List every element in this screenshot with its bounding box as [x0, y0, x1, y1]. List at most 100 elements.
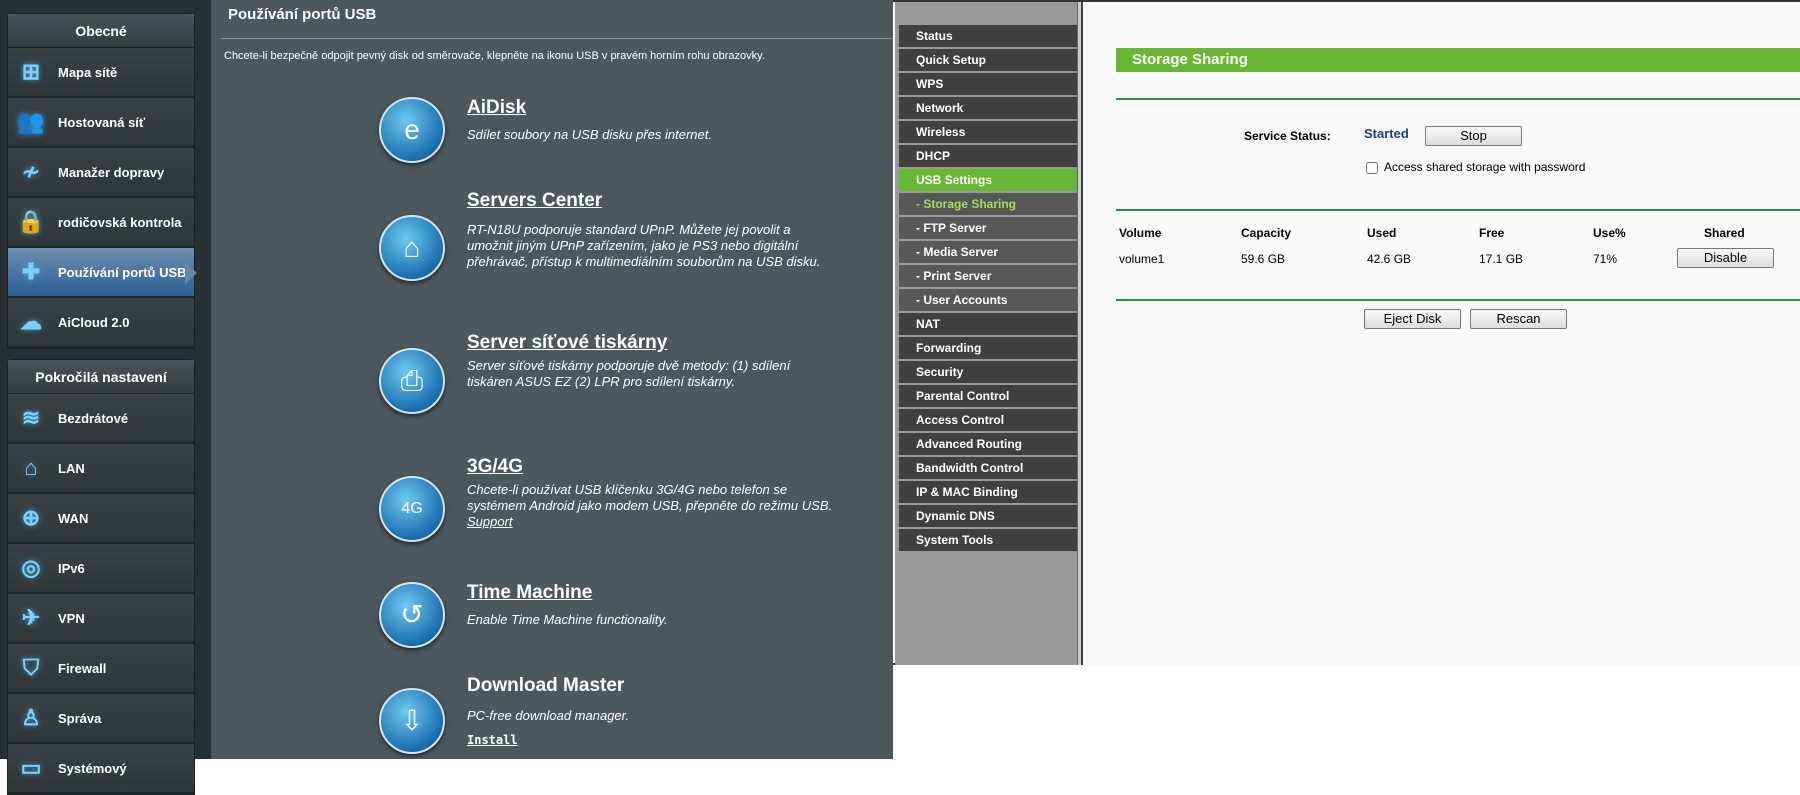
- shield-icon: ⛉: [22, 655, 40, 680]
- nav-item-bandwidth-control[interactable]: Bandwidth Control: [899, 457, 1080, 479]
- wifi-icon: ≋: [21, 405, 41, 430]
- nav-item-system-tools[interactable]: System Tools: [899, 529, 1080, 551]
- 3g4g-link[interactable]: 3G/4G: [467, 456, 523, 478]
- sidebar-item-lan[interactable]: ⌂ LAN: [8, 444, 194, 494]
- password-checkbox[interactable]: [1366, 162, 1378, 174]
- nav-item-print-server[interactable]: - Print Server: [899, 265, 1080, 287]
- nav-item-status[interactable]: Status: [899, 25, 1080, 47]
- nav-item-parental-control[interactable]: Parental Control: [899, 385, 1080, 407]
- 3g4g-description-text: Chcete-li používat USB klíčenku 3G/4G ne…: [467, 482, 833, 513]
- servers-center-icon[interactable]: ⌂: [379, 215, 445, 281]
- servers-center-link[interactable]: Servers Center: [467, 190, 602, 212]
- tplink-router-panel: Status Quick Setup WPS Network Wireless DHCP U…: [893, 0, 1800, 665]
- nav-item-usb-settings[interactable]: USB Settings: [899, 169, 1080, 191]
- sidebar-item-systemovy[interactable]: ▭ Systémový: [8, 744, 194, 794]
- user-icon: ♙: [21, 705, 41, 730]
- cell-used: 42.6 GB: [1367, 252, 1412, 266]
- nav-item-dynamic-dns[interactable]: Dynamic DNS: [899, 505, 1080, 527]
- sidebar-item-ipv6[interactable]: ◎ IPv6: [8, 544, 194, 594]
- download-master-title: Download Master: [467, 675, 625, 696]
- sidebar-item-vpn[interactable]: ✈ VPN: [8, 594, 194, 644]
- section-header: Storage Sharing: [1116, 48, 1800, 72]
- divider: [1116, 209, 1800, 211]
- page-title: Používání portů USB: [228, 6, 377, 23]
- nav-item-security[interactable]: Security: [899, 361, 1080, 383]
- download-master-description: PC-free download manager.: [467, 708, 630, 723]
- sidebar-item-aicloud-2-0[interactable]: ☁ AiCloud 2.0: [8, 298, 194, 348]
- cell-use_pct: 71%: [1593, 252, 1618, 266]
- nav-item-nat[interactable]: NAT: [899, 313, 1080, 335]
- column-header-use: Use%: [1593, 226, 1626, 240]
- sidebar-item-label: Manažer dopravy: [58, 164, 165, 180]
- nav-item-user-accounts[interactable]: - User Accounts: [899, 289, 1080, 311]
- traffic-manager-icon: ≁: [21, 159, 41, 184]
- time-machine-icon[interactable]: ↺: [379, 582, 445, 648]
- sidebar-item-manazer-dopravy[interactable]: ≁ Manažer dopravy: [8, 148, 194, 198]
- nav-item-ip-mac-binding[interactable]: IP & MAC Binding: [899, 481, 1080, 503]
- cell-capacity: 59.6 GB: [1241, 252, 1286, 266]
- nav-item-quick-setup[interactable]: Quick Setup: [899, 49, 1080, 71]
- nav-item-forwarding[interactable]: Forwarding: [899, 337, 1080, 359]
- nav-item-dhcp[interactable]: DHCP: [899, 145, 1080, 167]
- sidebar-item-label: Hostovaná síť: [58, 114, 146, 130]
- lock-icon: 🔒: [17, 209, 45, 234]
- nav-item-network[interactable]: Network: [899, 97, 1080, 119]
- aidisk-icon[interactable]: e: [379, 97, 445, 163]
- nav-item-access-control[interactable]: Access Control: [899, 409, 1080, 431]
- service-status-value: Started: [1364, 126, 1409, 141]
- service-status-label: Service Status:: [1244, 129, 1331, 143]
- tplink-sidebar: Status Quick Setup WPS Network Wireless DHCP U…: [895, 2, 1080, 665]
- sidebar-item-mapa-site[interactable]: ⊞ Mapa sítě: [8, 48, 194, 98]
- stop-button[interactable]: Stop: [1425, 126, 1522, 146]
- sidebar-item-label: rodičovská kontrola: [58, 214, 182, 230]
- install-link[interactable]: Install: [467, 733, 518, 747]
- ipv6-icon: ◎: [21, 555, 41, 580]
- aidisk-link[interactable]: AiDisk: [467, 97, 526, 119]
- nav-item-advanced-routing[interactable]: Advanced Routing: [899, 433, 1080, 455]
- sidebar-item-bezdratove[interactable]: ≋ Bezdrátové: [8, 394, 194, 444]
- guest-network-icon: 👥: [17, 109, 45, 134]
- 3g4g-description: Chcete-li používat USB klíčenku 3G/4G ne…: [467, 482, 837, 530]
- usb-modem-icon[interactable]: 4G: [379, 476, 445, 542]
- support-link[interactable]: Support: [467, 514, 513, 529]
- servers-center-description: RT-N18U podporuje standard UPnP. Můžete …: [467, 222, 821, 269]
- column-header-capacity: Capacity: [1241, 226, 1292, 240]
- cell-free: 17.1 GB: [1479, 252, 1524, 266]
- sidebar-item-label: Správa: [58, 710, 102, 726]
- nav-item-ftp-server[interactable]: - FTP Server: [899, 217, 1080, 239]
- disable-sharing-button[interactable]: Disable: [1677, 248, 1774, 268]
- sidebar-item-label: Firewall: [58, 660, 107, 676]
- sidebar-item-label: VPN: [58, 610, 85, 626]
- general-menu-header: Obecné: [8, 14, 194, 48]
- print-server-link[interactable]: Server síťové tiskárny: [467, 332, 667, 354]
- download-master-icon[interactable]: ⇩: [379, 688, 445, 754]
- sidebar-item-rodicovska-kontrola[interactable]: 🔒 rodičovská kontrola: [8, 198, 194, 248]
- nav-item-media-server[interactable]: - Media Server: [899, 241, 1080, 263]
- eject-disk-button[interactable]: Eject Disk: [1364, 309, 1461, 329]
- printer-icon[interactable]: ⎙: [379, 348, 445, 414]
- sidebar-item-firewall[interactable]: ⛉ Firewall: [8, 644, 194, 694]
- advanced-menu-header: Pokročilá nastavení: [8, 360, 194, 394]
- globe-icon: ⊕: [21, 505, 41, 530]
- sidebar-item-hostovana-sit[interactable]: 👥 Hostovaná síť: [8, 98, 194, 148]
- divider: [1116, 299, 1800, 301]
- nav-item-storage-sharing[interactable]: - Storage Sharing: [899, 193, 1080, 215]
- cell-volume: volume1: [1119, 252, 1165, 266]
- sidebar-item-label: Bezdrátové: [58, 410, 129, 426]
- aidisk-description: Sdílet soubory na USB disku přes interne…: [467, 127, 712, 142]
- asus-sidebar: Obecné ⊞ Mapa sítě 👥 Hostovaná síť ≁ Manažer …: [0, 0, 211, 795]
- system-log-icon: ▭: [20, 755, 42, 780]
- nav-item-wps[interactable]: WPS: [899, 73, 1080, 95]
- sidebar-item-sprava[interactable]: ♙ Správa: [8, 694, 194, 744]
- time-machine-link[interactable]: Time Machine: [467, 582, 592, 604]
- rescan-button[interactable]: Rescan: [1470, 309, 1567, 329]
- column-header-free: Free: [1479, 226, 1505, 240]
- vpn-icon: ✈: [21, 605, 41, 630]
- password-checkbox-label: Access shared storage with password: [1384, 160, 1586, 174]
- nav-item-wireless[interactable]: Wireless: [899, 121, 1080, 143]
- sidebar-item-wan[interactable]: ⊕ WAN: [8, 494, 194, 544]
- puzzle-icon: ✚: [21, 259, 41, 284]
- sidebar-item-label: AiCloud 2.0: [58, 314, 130, 330]
- sidebar-item-pouzivani-portu-usb[interactable]: ✚ Používání portů USB: [8, 248, 197, 298]
- title-divider: [221, 38, 893, 39]
